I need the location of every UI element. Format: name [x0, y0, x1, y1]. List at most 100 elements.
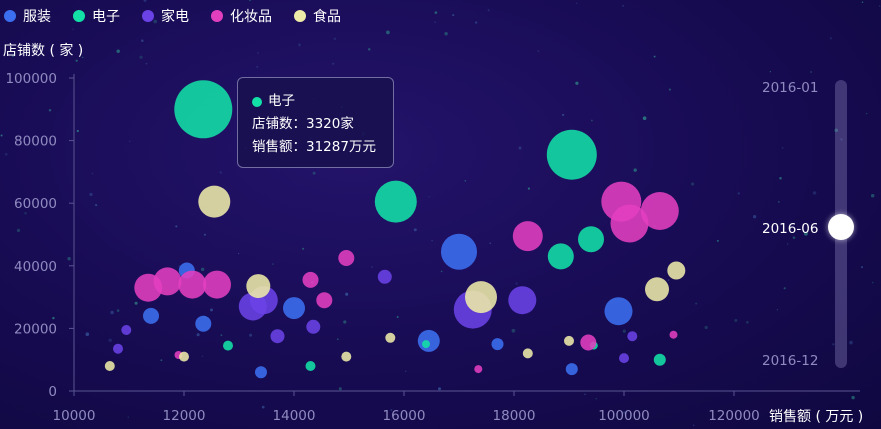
background-particle [489, 242, 491, 245]
bubble-point[interactable] [417, 329, 440, 352]
bubble-point[interactable] [578, 226, 604, 253]
bubble-point[interactable] [377, 269, 392, 284]
background-particle [777, 200, 780, 203]
background-particle [444, 31, 448, 36]
timeline-label-end[interactable]: 2016-12 [762, 353, 818, 369]
bubble-point[interactable] [627, 331, 638, 342]
bubble-point[interactable] [474, 365, 483, 374]
bubble-point[interactable] [580, 334, 597, 351]
bubble-point[interactable] [198, 185, 231, 218]
bubble-point[interactable] [283, 297, 305, 320]
background-particle [428, 196, 430, 198]
y-tick-label: 80000 [14, 134, 57, 150]
bubble-point[interactable] [178, 270, 207, 299]
bubble-point[interactable] [195, 315, 212, 332]
bubble-point[interactable] [564, 335, 574, 346]
bubble-point[interactable] [465, 281, 497, 314]
y-tick-label: 60000 [14, 196, 57, 212]
bubble-point[interactable] [302, 271, 319, 288]
background-particle [870, 193, 875, 198]
background-particle [338, 387, 342, 391]
background-particle [116, 49, 120, 53]
bubble-point[interactable] [255, 366, 267, 379]
bubble-point[interactable] [491, 338, 504, 351]
background-particle [345, 292, 349, 296]
bubble-point[interactable] [385, 332, 396, 343]
background-particle [48, 108, 52, 112]
timeline-label-current[interactable]: 2016-06 [762, 221, 818, 237]
bubble-point[interactable] [565, 363, 578, 376]
bubble-point[interactable] [338, 250, 355, 266]
background-particle [584, 393, 586, 396]
bubble-point[interactable] [246, 274, 271, 299]
background-particle [511, 328, 516, 333]
bubble-point[interactable] [547, 243, 574, 270]
bubble-point[interactable] [113, 343, 123, 354]
bubble-point[interactable] [270, 329, 285, 344]
bubble-point[interactable] [306, 319, 321, 334]
tooltip: 电子 店铺数：3320家 销售额：31287万元 [237, 77, 394, 168]
bubble-point[interactable] [203, 270, 231, 299]
bubble-layer [104, 80, 686, 379]
background-particle [734, 319, 738, 322]
background-particle [642, 116, 647, 121]
background-particle [257, 52, 259, 54]
background-particle [312, 171, 316, 175]
background-particle [692, 424, 695, 427]
y-tick-label: 20000 [14, 321, 57, 337]
bubble-point[interactable] [640, 192, 679, 230]
bubble-point[interactable] [653, 353, 666, 366]
background-particle [413, 228, 417, 232]
bubble-point[interactable] [619, 353, 629, 364]
background-particle [737, 192, 740, 195]
background-particle [487, 9, 490, 12]
background-particle [769, 71, 771, 73]
bubble-point[interactable] [422, 340, 430, 349]
legend-item-food[interactable]: 食品 [294, 6, 341, 26]
bubble-point[interactable] [508, 286, 537, 315]
bubble-point[interactable] [512, 221, 543, 252]
bubble-point[interactable] [223, 340, 233, 351]
background-particle [404, 370, 407, 373]
background-particle [116, 309, 120, 312]
bubble-point[interactable] [441, 233, 477, 270]
bubble-point[interactable] [305, 361, 316, 371]
timeline-label-start[interactable]: 2016-01 [762, 80, 818, 96]
background-particle [861, 266, 863, 269]
legend-item-electronics[interactable]: 电子 [73, 6, 120, 26]
background-particle [127, 416, 130, 418]
bubble-point[interactable] [174, 80, 233, 139]
bubble-point[interactable] [374, 180, 417, 223]
bubble-point[interactable] [604, 297, 633, 326]
background-particle [518, 146, 522, 150]
x-tick-label: 100000 [598, 408, 650, 424]
bubble-point[interactable] [104, 361, 115, 371]
background-particle [537, 50, 540, 53]
y-axis-label: 店铺数 ( 家 ) [3, 43, 84, 59]
background-particle [145, 62, 148, 65]
timeline-handle[interactable] [828, 214, 854, 240]
x-tick-label: 14000 [273, 408, 316, 424]
bubble-point[interactable] [546, 129, 597, 180]
bubble-point[interactable] [179, 351, 189, 362]
background-particle [865, 112, 868, 115]
bubble-point[interactable] [153, 267, 182, 296]
bubble-point[interactable] [316, 292, 333, 309]
bubble-point[interactable] [669, 330, 678, 339]
legend-label: 家电 [161, 9, 189, 25]
legend-item-cosmetics[interactable]: 化妆品 [211, 6, 272, 26]
background-particle [776, 309, 779, 311]
legend-item-clothing[interactable]: 服装 [4, 6, 51, 26]
bubble-point[interactable] [522, 348, 533, 359]
background-particle [210, 308, 213, 312]
bubble-point[interactable] [667, 261, 686, 280]
legend-label: 服装 [23, 9, 51, 25]
bubble-point[interactable] [143, 307, 159, 324]
bubble-point[interactable] [121, 325, 132, 335]
legend-item-appliances[interactable]: 家电 [142, 6, 189, 26]
bubble-point[interactable] [341, 351, 352, 362]
x-axis-label: 销售额 ( 万元 ) [769, 409, 864, 425]
background-particle [200, 267, 205, 272]
bubble-point[interactable] [645, 277, 669, 302]
background-particle [431, 239, 433, 242]
